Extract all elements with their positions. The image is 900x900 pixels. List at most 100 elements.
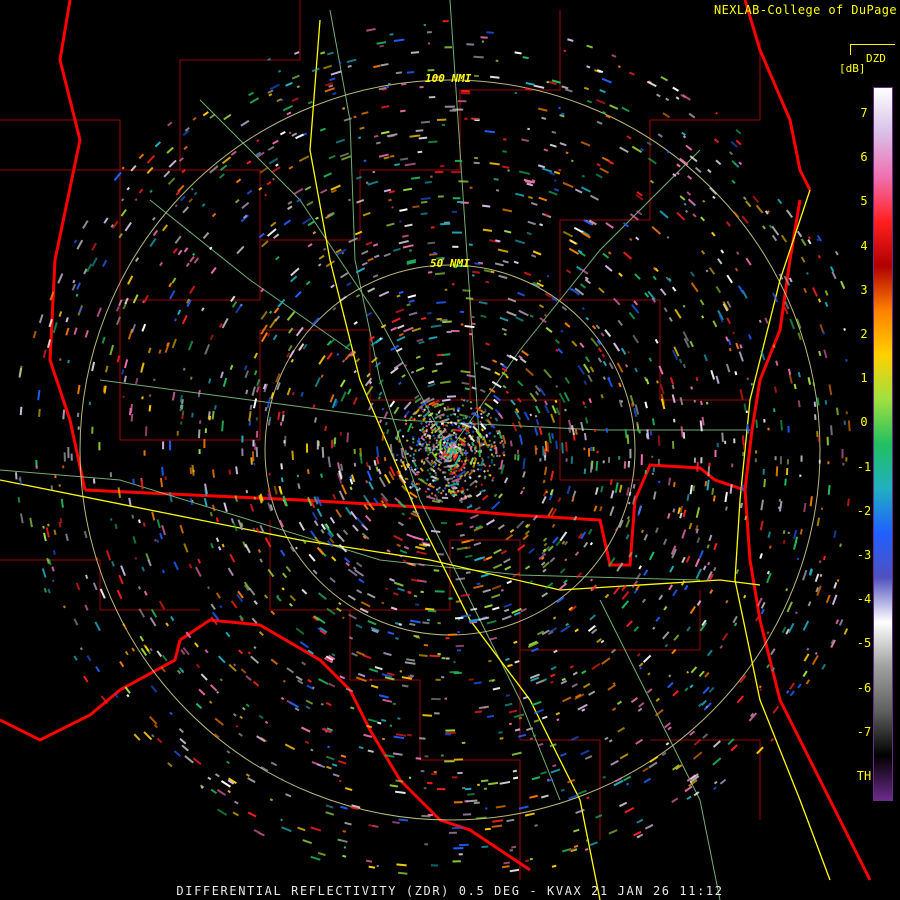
echo-bin (451, 423, 454, 426)
echo-bin (499, 441, 502, 444)
echo-bin (426, 31, 432, 34)
echo-bin (602, 460, 605, 464)
echo-bin (433, 770, 437, 774)
echo-bin (450, 413, 453, 416)
echo-bin (493, 441, 496, 444)
scale-label: 2 (860, 327, 868, 341)
echo-bin (785, 467, 789, 476)
echo-bin (457, 771, 463, 775)
echo-bin (441, 754, 444, 757)
echo-bin (18, 478, 21, 481)
echo-bin (143, 450, 146, 456)
echo-bin (492, 455, 495, 458)
echo-bin (724, 440, 727, 445)
echo-bin (458, 407, 461, 410)
echo-bin (498, 454, 501, 458)
echo-bin (409, 454, 412, 457)
echo-bin (109, 472, 113, 477)
echo-bin (441, 500, 444, 503)
echo-bin (444, 105, 455, 108)
echo-bin (640, 454, 643, 466)
echo-bin (444, 46, 453, 49)
echo-bin (76, 412, 80, 418)
echo-bin (800, 455, 803, 462)
echo-bin (452, 412, 455, 416)
echo-bin (424, 755, 429, 758)
echo-bin (427, 443, 431, 446)
echo-bin (474, 446, 477, 450)
echo-bin (658, 480, 661, 484)
echo-bin (457, 200, 464, 204)
echo-bin (424, 843, 429, 846)
echo-bin (447, 421, 450, 424)
echo-bin (442, 20, 449, 23)
echo-bin (474, 156, 478, 160)
echo-bin (767, 427, 770, 431)
echo-bin (502, 452, 505, 455)
echo-bin (176, 430, 179, 436)
echo-bin (845, 457, 848, 462)
radar-map (0, 0, 900, 900)
echo-bin (445, 424, 448, 427)
echo-bin (583, 447, 586, 451)
echo-bin (745, 410, 748, 414)
echo-bin (485, 807, 488, 810)
echo-bin (353, 448, 356, 454)
echo-bin (445, 729, 456, 732)
echo-bin (98, 442, 101, 451)
echo-bin (253, 462, 256, 466)
echo-bin (468, 243, 473, 246)
echo-bin (490, 445, 493, 449)
echo-bin (67, 447, 70, 459)
echo-bin (296, 474, 300, 478)
echo-bin (593, 429, 597, 433)
echo-bin (35, 465, 38, 469)
echo-bin (841, 449, 844, 459)
echo-bin (629, 448, 632, 459)
echo-bin (514, 454, 517, 460)
echo-bin (453, 847, 464, 850)
scale-label: -1 (856, 459, 872, 474)
scale-label: 3 (860, 282, 868, 297)
echo-bin (437, 553, 444, 556)
echo-bin (652, 467, 655, 473)
color-scale-bar (873, 87, 893, 801)
echo-bin (444, 733, 452, 736)
echo-bin (162, 441, 165, 450)
echo-bin (448, 433, 455, 437)
echo-bin (452, 409, 456, 412)
echo-bin (408, 776, 412, 779)
echo-bin (714, 450, 717, 457)
echo-bin (607, 457, 611, 463)
echo-bin (461, 741, 466, 744)
scale-label: -7 (856, 724, 872, 739)
echo-bin (514, 91, 518, 95)
echo-bin (466, 43, 475, 46)
echo-bin (432, 443, 435, 451)
echo-bin (542, 445, 545, 456)
scale-label: TH (856, 769, 872, 783)
echo-bin (454, 159, 463, 163)
echo-bin (169, 440, 172, 451)
echo-bin (433, 252, 437, 255)
echo-bin (827, 461, 830, 465)
echo-bin (459, 310, 465, 313)
echo-bin (495, 59, 499, 62)
echo-bin (77, 426, 80, 430)
echo-bin (716, 442, 719, 448)
echo-bin (441, 496, 449, 499)
echo-bin (818, 459, 821, 464)
echo-bin (446, 330, 452, 333)
echo-bin (422, 442, 425, 446)
scale-label: -2 (856, 503, 872, 518)
scale-label: 0 (860, 415, 868, 430)
echo-bin (817, 435, 820, 442)
echo-bin (252, 439, 255, 447)
echo-bin (762, 468, 765, 475)
range-ring-label-100: 100 NMI (425, 72, 472, 85)
echo-bin (429, 446, 432, 449)
echo-bin (453, 671, 462, 675)
echo-bin (649, 431, 653, 436)
echo-bin (445, 657, 450, 660)
echo-bin (452, 776, 458, 779)
